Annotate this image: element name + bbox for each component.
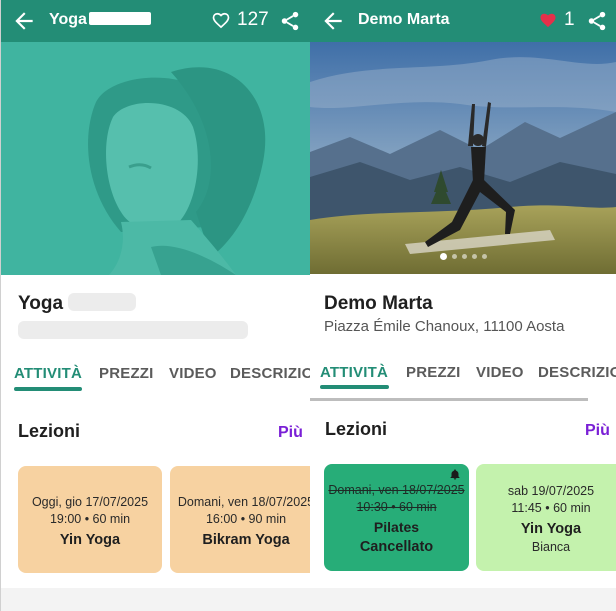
carousel-dot-active[interactable] [439,253,447,260]
active-tab-indicator [14,387,82,391]
app-bar-title-text: Yoga [49,11,87,28]
lesson-time: 10:30 • 60 min [356,500,437,514]
more-link[interactable]: Più [585,422,610,440]
carousel-dot[interactable] [451,254,457,259]
redacted-address [18,321,248,339]
tab-prezzi[interactable]: PREZZI [406,364,461,381]
lesson-date: Oggi, gio 17/07/2025 [31,495,149,509]
like-count: 127 [237,9,269,30]
app-bar-title: Yoga [49,11,151,29]
lesson-name: Pilates [373,519,420,535]
course-title-text: Yoga [18,293,64,314]
lesson-name: Yin Yoga [520,521,582,537]
lesson-card[interactable]: Oggi, gio 17/07/2025 19:00 • 60 min Yin … [18,466,162,573]
carousel-dot[interactable] [461,254,467,259]
course-cover-image [1,42,310,275]
app-bar: Demo Marta 1 [310,0,616,42]
back-arrow-icon[interactable] [320,8,346,34]
lesson-time: 19:00 • 60 min [49,512,131,526]
lesson-time: 16:00 • 90 min [205,512,287,526]
heart-outline-icon [212,12,230,29]
lesson-time: 11:45 • 60 min [511,501,591,515]
share-icon[interactable] [586,10,608,32]
woman-portrait-image [1,42,310,275]
tab-video[interactable]: VIDEO [169,365,217,382]
lesson-date: Domani, ven 18/07/2025 [328,483,465,497]
course-address: Piazza Émile Chanoux, 11100 Aosta [324,318,565,335]
course-detail-demo-marta: Demo Marta 1 Demo Marta Piazza Émile Cha… [310,0,616,611]
lesson-card[interactable]: sab 19/07/2025 11:45 • 60 min Yin Yoga B… [476,464,616,571]
share-icon[interactable] [279,10,301,32]
lesson-card[interactable]: Domani, ven 18/07/2025 16:00 • 90 min Bi… [170,466,310,573]
yoga-mountain-photo [310,42,616,274]
lesson-name: Yin Yoga [59,532,121,548]
lesson-date: Domani, ven 18/07/2025 [177,495,310,509]
lesson-instructor: Bianca [531,540,571,554]
redacted-title-part [68,293,137,311]
lesson-card-cancelled[interactable]: Domani, ven 18/07/2025 10:30 • 60 min Pi… [324,464,469,571]
tab-bar: ATTIVITÀ PREZZI VIDEO DESCRIZIO [1,365,310,405]
tab-descrizione[interactable]: DESCRIZIO [538,364,616,381]
tab-attivita[interactable]: ATTIVITÀ [320,364,388,381]
course-cover-carousel[interactable] [310,42,616,274]
active-tab-indicator [320,385,389,389]
lesson-status: Cancellato [359,539,434,555]
section-title-lezioni: Lezioni [18,421,80,441]
course-title: Yoga [18,293,137,315]
carousel-dot[interactable] [471,254,477,259]
app-bar: Yoga 127 [1,0,310,42]
more-link[interactable]: Più [278,424,303,442]
tab-descrizione[interactable]: DESCRIZIO [230,365,310,382]
tab-video[interactable]: VIDEO [476,364,524,381]
bottom-spacer [310,588,616,611]
carousel-dot[interactable] [481,254,487,259]
like-button[interactable]: 127 [211,9,269,31]
heart-filled-icon [540,13,556,28]
course-detail-yoga: Yoga 127 Yoga ATTIVITÀ PREZZI VIDEO DESC… [0,0,310,611]
tab-attivita[interactable]: ATTIVITÀ [14,365,82,382]
section-title-lezioni: Lezioni [325,419,387,439]
app-bar-title: Demo Marta [358,11,450,28]
tab-scroll-rule [310,398,588,401]
course-title: Demo Marta [324,293,433,314]
bottom-spacer [1,588,310,611]
lesson-date: sab 19/07/2025 [507,484,595,498]
lesson-name: Bikram Yoga [202,532,290,548]
redacted-title-part [88,12,151,25]
like-count: 1 [564,9,575,30]
carousel-dots [310,253,616,260]
tab-prezzi[interactable]: PREZZI [99,365,154,382]
like-button[interactable]: 1 [538,9,575,31]
bell-icon [450,469,460,480]
back-arrow-icon[interactable] [11,8,37,34]
screen: Yoga 127 Yoga ATTIVITÀ PREZZI VIDEO DESC… [0,0,616,611]
